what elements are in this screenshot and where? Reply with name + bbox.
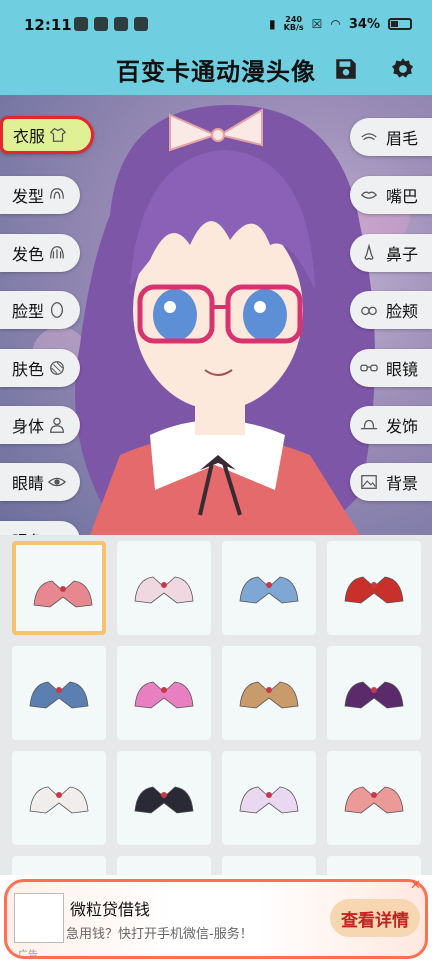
clothing-option[interactable] — [327, 541, 421, 635]
tool-eyebrows[interactable]: 眉毛 — [350, 118, 432, 156]
salmon-collar-thumbnail — [344, 786, 404, 814]
notification-icons — [74, 17, 148, 31]
gear-icon[interactable] — [390, 56, 416, 82]
status-time: 12:11 — [24, 16, 72, 34]
skin-icon — [50, 361, 64, 375]
tool-label: 身体 — [12, 417, 45, 436]
clothing-option[interactable] — [117, 646, 211, 740]
tool-hair-color[interactable]: 发色 — [0, 234, 80, 272]
hair-color-icon — [50, 246, 64, 259]
no-sim-icon: ☒ — [311, 17, 323, 31]
page-title: 百变卡通动漫头像 — [116, 58, 316, 86]
tool-face-shape[interactable]: 脸型 — [0, 291, 80, 329]
eye-icon — [48, 477, 67, 487]
clothing-option[interactable] — [222, 856, 316, 875]
clothing-option[interactable] — [327, 646, 421, 740]
hat-icon — [360, 419, 378, 430]
status-right: ▮ 240 KB/s ☒ ◠ 34% — [269, 16, 412, 32]
white-lace-collar-thumbnail — [239, 786, 299, 814]
tool-hairstyle[interactable]: 发型 — [0, 176, 80, 214]
clothing-option[interactable] — [222, 541, 316, 635]
tool-label: 背景 — [386, 474, 419, 493]
clothing-option[interactable] — [327, 856, 421, 875]
tool-label: 脸颊 — [386, 302, 419, 321]
tool-label: 发色 — [12, 245, 45, 264]
wifi-icon: ◠ — [330, 17, 341, 31]
app-notification-icon — [74, 17, 88, 31]
battery-icon — [388, 18, 412, 30]
close-icon[interactable]: ✕ — [410, 878, 421, 893]
tool-clothes[interactable]: 衣服 — [0, 116, 94, 154]
clothing-option[interactable] — [327, 751, 421, 845]
black-sailor-collar-thumbnail — [134, 786, 194, 814]
clothing-option[interactable] — [12, 856, 106, 875]
tool-background[interactable]: 背景 — [350, 463, 432, 501]
hair-icon — [50, 188, 64, 199]
glasses-icon — [360, 364, 378, 372]
tool-label: 肤色 — [12, 360, 45, 379]
clothing-option[interactable] — [12, 541, 106, 635]
clothing-option[interactable] — [117, 541, 211, 635]
tool-glasses[interactable]: 眼镜 — [350, 349, 432, 387]
tool-cheeks[interactable]: 脸颊 — [350, 291, 432, 329]
white-pink-bow-collar-thumbnail — [134, 576, 194, 604]
tool-skin-color[interactable]: 肤色 — [0, 349, 80, 387]
shirt-icon — [49, 127, 67, 142]
app-notification-icon — [114, 17, 128, 31]
image-icon — [361, 475, 377, 489]
clothing-option[interactable] — [222, 751, 316, 845]
ad-tag: 广告 — [18, 950, 38, 961]
white-red-bow-collar-thumbnail — [29, 786, 89, 814]
network-speed: 240 KB/s — [283, 15, 304, 32]
clothing-grid — [0, 535, 432, 875]
nose-icon — [364, 244, 374, 260]
clothing-option[interactable] — [117, 751, 211, 845]
ad-title: 微粒贷借钱 — [70, 900, 151, 919]
clothing-option[interactable] — [117, 856, 211, 875]
chat-notification-icon — [94, 17, 108, 31]
face-icon — [50, 302, 64, 318]
tool-label: 眼睛 — [12, 474, 45, 493]
tiktok-icon — [134, 17, 148, 31]
tool-hair-accessory[interactable]: 发饰 — [350, 406, 432, 444]
tool-label: 发型 — [12, 187, 45, 206]
ad-banner[interactable]: 微粒贷借钱 急用钱？快打开手机微信-服务！ 查看详情 — [0, 875, 432, 964]
tool-body[interactable]: 身体 — [0, 406, 80, 444]
tool-label: 眉毛 — [386, 129, 419, 148]
tool-label: 眼镜 — [386, 360, 419, 379]
brown-strap-collar-thumbnail — [239, 681, 299, 709]
person-icon — [50, 417, 64, 433]
pink-ruffle-collar-thumbnail — [134, 681, 194, 709]
blue-collar-thumbnail — [239, 576, 299, 604]
tool-nose[interactable]: 鼻子 — [350, 234, 432, 272]
ad-description: 急用钱？快打开手机微信-服务！ — [66, 927, 253, 942]
red-collar-thumbnail — [344, 576, 404, 604]
ad-image-placeholder — [14, 893, 64, 943]
cheek-icon — [361, 306, 377, 316]
pink-sailor-collar-thumbnail — [33, 580, 93, 608]
tool-label: 衣服 — [13, 127, 46, 146]
clothing-option[interactable] — [12, 751, 106, 845]
mouth-icon — [360, 191, 378, 199]
eyebrow-icon — [361, 133, 377, 141]
tool-label: 嘴巴 — [386, 187, 419, 206]
tool-label: 脸型 — [12, 302, 45, 321]
save-icon[interactable] — [333, 56, 359, 82]
tool-mouth[interactable]: 嘴巴 — [350, 176, 432, 214]
clothing-option[interactable] — [222, 646, 316, 740]
ad-cta-button[interactable]: 查看详情 — [330, 899, 420, 937]
status-bar: 12:11 ▮ 240 KB/s ☒ ◠ 34% — [0, 0, 432, 50]
app-header: 12:11 ▮ 240 KB/s ☒ ◠ 34% 百变卡通动漫头像 — [0, 0, 432, 95]
tool-label: 鼻子 — [386, 245, 419, 264]
vibrate-icon: ▮ — [269, 17, 276, 31]
blue-denim-collar-thumbnail — [29, 681, 89, 709]
clothing-option[interactable] — [12, 646, 106, 740]
tool-eyes[interactable]: 眼睛 — [0, 463, 80, 501]
purple-jeweled-collar-thumbnail — [344, 681, 404, 709]
tool-label: 发饰 — [386, 417, 419, 436]
battery-percent: 34% — [348, 16, 380, 32]
